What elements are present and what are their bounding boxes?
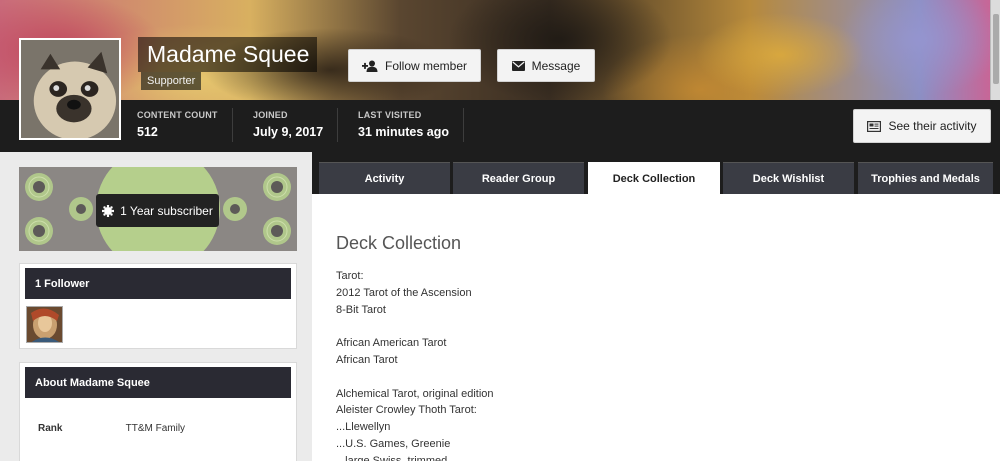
- user-plus-icon: [361, 60, 378, 72]
- deck-list: Tarot: 2012 Tarot of the Ascension 8-Bit…: [336, 268, 494, 461]
- stat-label: CONTENT COUNT: [137, 110, 218, 120]
- content-title: Deck Collection: [336, 233, 462, 253]
- tab-content: Deck Collection Tarot: 2012 Tarot of the…: [312, 194, 1000, 461]
- activity-icon: [867, 120, 882, 132]
- scrollbar-thumb[interactable]: [993, 14, 999, 84]
- avatar[interactable]: [19, 38, 121, 140]
- follower-avatar[interactable]: [26, 306, 63, 343]
- stat-label: JOINED: [253, 110, 288, 120]
- tab-reader-group[interactable]: Reader Group: [453, 162, 584, 194]
- stat-last-visited: LAST VISITED 31 minutes ago: [358, 110, 449, 139]
- message-button[interactable]: Message: [497, 49, 595, 82]
- envelope-icon: [511, 60, 525, 71]
- list-item: African American Tarot: [336, 337, 447, 350]
- about-value: TT&M Family: [125, 423, 186, 434]
- message-label: Message: [531, 58, 581, 73]
- about-title: About Madame Squee: [25, 367, 291, 398]
- stat-divider: [337, 108, 338, 142]
- tab-activity[interactable]: Activity: [319, 162, 450, 194]
- stat-joined: JOINED July 9, 2017: [253, 110, 323, 139]
- profile-name-box: Madame Squee: [138, 37, 318, 72]
- badge-icon: [102, 204, 115, 217]
- list-item: Tarot:: [336, 270, 364, 282]
- stat-label: LAST VISITED: [358, 110, 422, 120]
- followers-panel: 1 Follower: [19, 263, 297, 349]
- list-item: ...large Swiss, trimmed: [336, 454, 448, 461]
- stat-divider: [463, 108, 464, 142]
- tab-deck-wishlist[interactable]: Deck Wishlist: [723, 162, 854, 194]
- profile-tabs: Activity Reader Group Deck Collection De…: [312, 152, 1000, 194]
- stat-value: 512: [137, 125, 158, 139]
- list-item: ...U.S. Games, Greenie: [336, 437, 451, 450]
- subscriber-badge: 1 Year subscriber: [96, 194, 219, 227]
- stat-divider: [232, 108, 233, 142]
- subscriber-badge-label: 1 Year subscriber: [120, 203, 213, 218]
- about-key: Rank: [38, 423, 63, 434]
- see-activity-button[interactable]: See their activity: [853, 109, 991, 143]
- stat-value: July 9, 2017: [253, 125, 324, 139]
- stat-content-count: CONTENT COUNT 512: [137, 110, 218, 139]
- tab-trophies-and-medals[interactable]: Trophies and Medals: [858, 162, 993, 194]
- list-item: [336, 318, 494, 335]
- followers-title: 1 Follower: [25, 268, 291, 299]
- cover-scrollbar[interactable]: [990, 0, 1000, 100]
- stat-value: 31 minutes ago: [358, 125, 449, 139]
- about-panel: About Madame Squee Rank TT&M Family: [19, 362, 297, 461]
- list-item: Alchemical Tarot, original edition: [336, 387, 494, 400]
- see-activity-label: See their activity: [888, 119, 977, 133]
- pug-avatar-image: [21, 40, 119, 138]
- about-row-rank: Rank TT&M Family: [38, 423, 185, 434]
- list-item: African Tarot: [336, 353, 398, 366]
- member-group-badge: Supporter: [141, 72, 202, 90]
- follow-member-label: Follow member: [384, 58, 468, 73]
- list-item: Aleister Crowley Thoth Tarot:: [336, 404, 477, 417]
- list-item: 2012 Tarot of the Ascension: [336, 286, 472, 299]
- list-item: ...Llewellyn: [336, 421, 391, 434]
- follow-member-button[interactable]: Follow member: [348, 49, 481, 82]
- profile-name: Madame Squee: [147, 41, 310, 67]
- tab-deck-collection[interactable]: Deck Collection: [588, 162, 720, 194]
- list-item: 8-Bit Tarot: [336, 303, 386, 316]
- list-item: [336, 369, 494, 386]
